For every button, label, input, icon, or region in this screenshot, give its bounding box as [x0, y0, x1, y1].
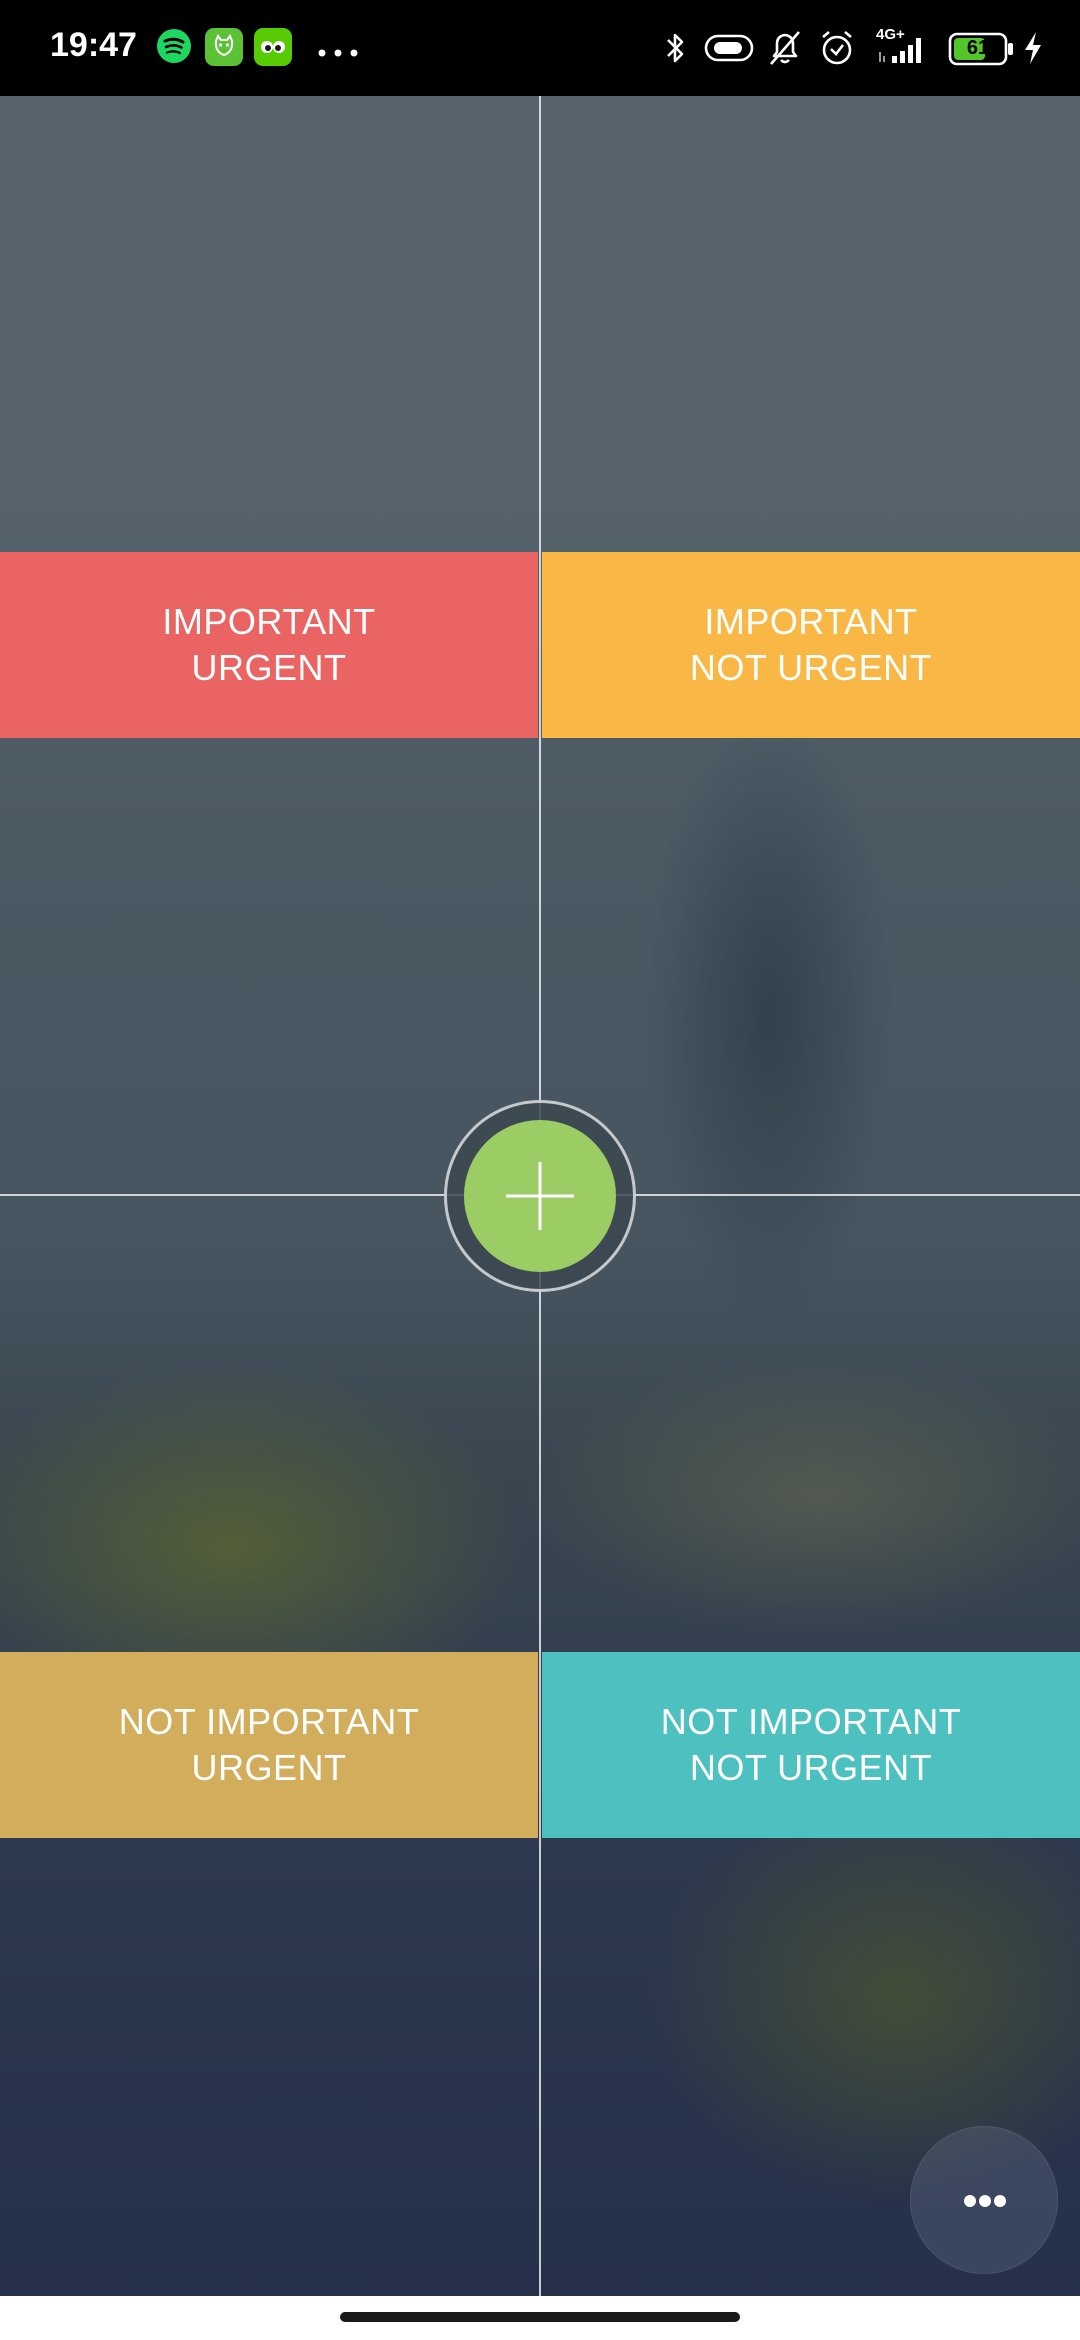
plus-icon	[506, 1162, 574, 1230]
toggle-icon	[704, 34, 754, 67]
quadrant-label-line1: IMPORTANT	[162, 601, 376, 642]
status-bar: 19:47 4G+ 61	[0, 0, 1080, 96]
home-indicator[interactable]	[340, 2312, 740, 2322]
status-time: 19:47	[50, 26, 137, 64]
navigation-bar	[0, 2296, 1080, 2340]
battery-icon: 61	[948, 32, 1014, 71]
signal-icon: 4G+	[874, 26, 934, 71]
quadrant-label-line1: NOT IMPORTANT	[118, 1701, 420, 1742]
cat-app-icon	[205, 28, 243, 66]
quadrant-not-important-urgent[interactable]: NOT IMPORTANT URGENT	[0, 1652, 538, 1838]
duolingo-icon	[254, 28, 292, 66]
quadrant-label-line2: URGENT	[191, 647, 347, 688]
battery-level: 61	[966, 37, 990, 59]
quadrant-not-important-not-urgent[interactable]: NOT IMPORTANT NOT URGENT	[542, 1652, 1080, 1838]
network-type: 4G+	[876, 26, 905, 43]
quadrant-important-not-urgent[interactable]: IMPORTANT NOT URGENT	[542, 552, 1080, 738]
alarm-icon	[818, 28, 856, 73]
bell-muted-icon	[766, 28, 804, 73]
more-options-button[interactable]	[910, 2126, 1058, 2274]
quadrant-label-line1: IMPORTANT	[704, 601, 918, 642]
quadrant-label-line2: NOT URGENT	[689, 1747, 933, 1788]
eisenhower-matrix: IMPORTANT URGENT IMPORTANT NOT URGENT NO…	[0, 96, 1080, 2296]
spotify-icon	[156, 28, 192, 69]
charging-icon	[1022, 30, 1044, 71]
quadrant-label-line2: URGENT	[191, 1747, 347, 1788]
more-notifications-icon	[318, 44, 358, 62]
quadrant-label-line2: NOT URGENT	[689, 647, 933, 688]
add-task-button[interactable]	[464, 1120, 616, 1272]
more-horizontal-icon	[964, 2195, 1006, 2207]
bluetooth-icon	[662, 30, 690, 71]
quadrant-important-urgent[interactable]: IMPORTANT URGENT	[0, 552, 538, 738]
quadrant-label-line1: NOT IMPORTANT	[660, 1701, 962, 1742]
